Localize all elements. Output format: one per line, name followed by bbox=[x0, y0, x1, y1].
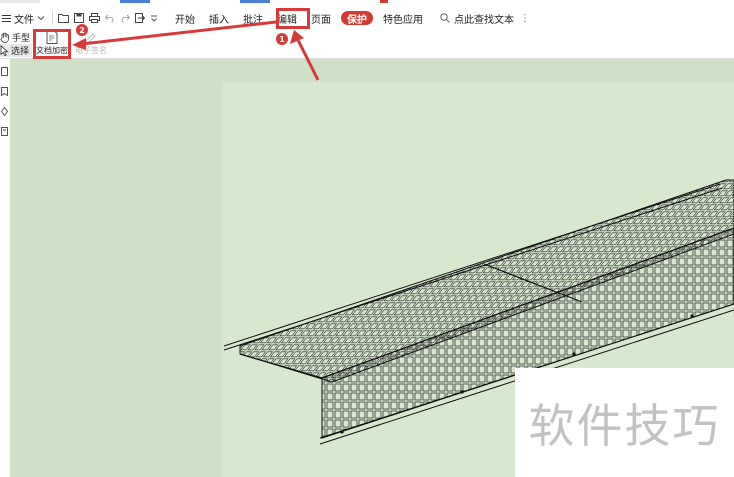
tab-protect[interactable]: 保护 bbox=[341, 11, 373, 26]
attachment-icon[interactable] bbox=[1, 127, 8, 136]
tab-start[interactable]: 开始 bbox=[168, 6, 202, 30]
save-icon[interactable] bbox=[74, 13, 84, 23]
select-tool[interactable]: 选择 bbox=[0, 44, 33, 57]
open-folder-icon[interactable] bbox=[58, 13, 69, 23]
hand-icon bbox=[0, 32, 10, 43]
quick-access-toolbar bbox=[58, 13, 158, 23]
cursor-arrow-icon bbox=[0, 45, 9, 56]
menu-bar: 文件 开始 插入 批注 编辑 页面 保护 特色应用 点此查找文本 ⋮ bbox=[0, 6, 734, 30]
file-menu[interactable]: 文件 bbox=[2, 6, 49, 30]
hamburger-icon bbox=[2, 14, 11, 23]
file-menu-label: 文件 bbox=[14, 14, 34, 26]
left-sidebar bbox=[0, 59, 10, 477]
thumbnail-icon[interactable] bbox=[1, 67, 8, 76]
bookmark-icon[interactable] bbox=[1, 87, 8, 96]
tab-features[interactable]: 特色应用 bbox=[376, 6, 430, 30]
print-icon[interactable] bbox=[89, 13, 100, 23]
watermark: 软件技巧 bbox=[515, 368, 734, 477]
highlight-encrypt-button bbox=[33, 29, 71, 59]
search-icon bbox=[440, 13, 450, 23]
step-2-badge: 2 bbox=[76, 24, 88, 36]
chevron-down-icon bbox=[37, 14, 45, 22]
tab-comment[interactable]: 批注 bbox=[236, 6, 270, 30]
find-text-search[interactable]: 点此查找文本 ⋮ bbox=[440, 11, 530, 26]
more-options-icon[interactable]: ⋮ bbox=[520, 13, 530, 24]
redo-icon[interactable] bbox=[120, 13, 130, 23]
ribbon-toolbar: 手型 选择 文档加密 电子签名 bbox=[0, 30, 734, 59]
search-label: 点此查找文本 bbox=[454, 14, 514, 26]
select-tool-label: 选择 bbox=[11, 47, 30, 57]
hand-tool-label: 手型 bbox=[12, 34, 31, 44]
undo-icon[interactable] bbox=[105, 13, 115, 23]
step-1-badge: 1 bbox=[276, 33, 288, 45]
annotation-icon[interactable] bbox=[1, 107, 8, 116]
highlight-protect-tab bbox=[276, 8, 310, 29]
customize-icon[interactable] bbox=[150, 13, 158, 23]
electronic-signature-label: 电子签名 bbox=[75, 46, 107, 55]
hand-tool[interactable]: 手型 bbox=[0, 31, 30, 44]
tab-insert[interactable]: 插入 bbox=[202, 6, 236, 30]
export-icon[interactable] bbox=[135, 13, 145, 23]
menu-separator bbox=[52, 11, 53, 25]
